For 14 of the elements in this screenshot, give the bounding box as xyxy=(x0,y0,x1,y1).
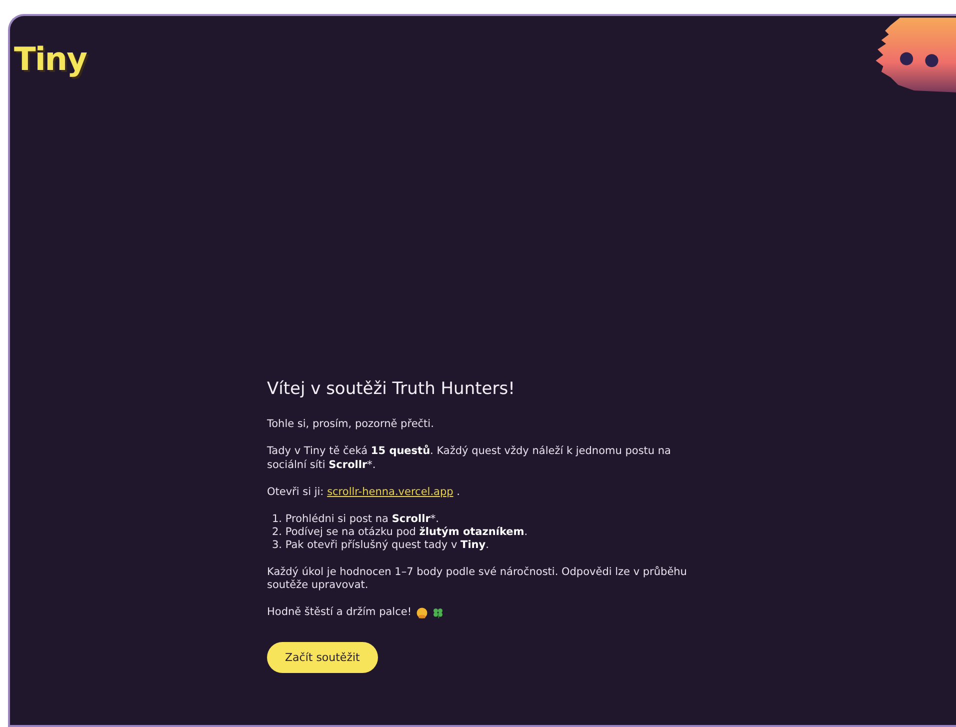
step-item: 2. Podívej se na otázku pod žlutým otazníkem. xyxy=(272,526,529,539)
start-button[interactable]: Začít soutěžit xyxy=(267,642,378,672)
step-item: 1. Prohlédni si post na Scrollr*. xyxy=(272,512,440,526)
open-link-text: Otevři si ji: scrollr-henna.vercel.app . xyxy=(267,486,461,499)
intro-text: Tohle si, prosím, pozorně přečti. xyxy=(267,418,435,432)
quests-text: Tady v Tiny tě čeká 15 questů. Každý quest vždy náleží k jednomu postu na sociální síti Scrollr*. xyxy=(267,445,672,472)
hug-emoji-icon xyxy=(416,606,428,619)
logo[interactable]: Tiny xyxy=(14,40,86,78)
good-luck-text: Hodně štěstí a držím palce! xyxy=(267,606,412,620)
step-item: 3. Pak otevři příslušný quest tady v Tiny. xyxy=(272,539,490,552)
clover-icon xyxy=(432,606,444,619)
welcome-heading: Vítej v soutěži Truth Hunters! xyxy=(267,379,516,400)
scoring-text: Každý úkol je hodnocen 1–7 body podle své náročnosti. Odpovědi lze v průběhu soutěže upravovat. xyxy=(267,566,688,592)
scrollr-link[interactable]: scrollr-henna.vercel.app xyxy=(327,486,454,498)
